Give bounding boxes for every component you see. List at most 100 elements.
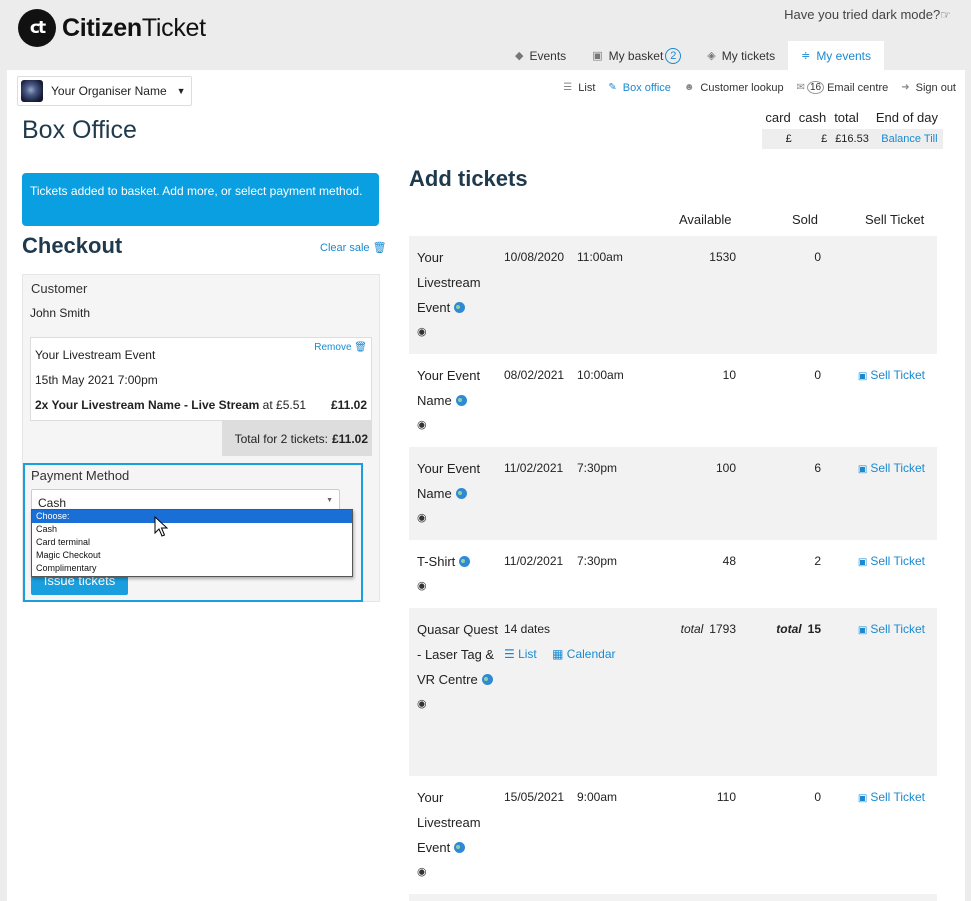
clear-sale-link[interactable]: Clear sale 🗑: [320, 241, 387, 254]
globe-icon: [481, 674, 493, 685]
brand-name-bold: Citizen: [62, 13, 142, 42]
caret-down-icon: ▼: [176, 86, 186, 96]
sell-ticket-button[interactable]: ▣ Sell Ticket: [858, 622, 925, 636]
dark-mode-text: Have you tried dark mode?: [784, 7, 941, 22]
hand-pointer-icon: ☞: [940, 8, 951, 22]
event-name[interactable]: Your Livestream Event ◉: [417, 245, 499, 345]
tab-events[interactable]: ◆ Events: [502, 41, 579, 70]
basket-item-qty-name: 2x Your Livestream Name - Live Stream: [35, 398, 260, 412]
organiser-select[interactable]: Your Organiser Name ▼: [17, 76, 192, 106]
event-date: 11/02/2021: [504, 554, 564, 568]
payment-option[interactable]: Cash: [32, 523, 352, 536]
header-available: Available: [679, 212, 732, 227]
list-dates-link[interactable]: ☰ List: [504, 647, 543, 661]
globe-icon: [454, 302, 466, 313]
basket-item-event: Your Livestream Event: [35, 348, 156, 362]
available-count: 48: [722, 554, 736, 568]
sell-ticket-button[interactable]: ▣ Sell Ticket: [858, 368, 925, 382]
sold-count: 0: [814, 368, 821, 382]
remove-item-link[interactable]: Remove 🗑: [314, 342, 367, 353]
basket-item: Remove 🗑 Your Livestream Event 15th May …: [30, 337, 372, 421]
sold-count: 2: [814, 554, 821, 568]
basket-item-date: 15th May 2021 7:00pm: [35, 373, 158, 387]
payment-option[interactable]: Choose:: [32, 510, 352, 523]
payment-option[interactable]: Card terminal: [32, 536, 352, 549]
tab-my-tickets[interactable]: ◈ My tickets: [694, 41, 788, 70]
event-name[interactable]: Quasar Quest - Laser Tag & VR Centre ◉: [417, 617, 499, 717]
basket-item-price: £11.02: [330, 398, 367, 412]
subnav-customer-lookup[interactable]: ☻ Customer lookup: [684, 81, 784, 94]
trash-icon: 🗑: [354, 342, 367, 353]
basket-item-line: 2x Your Livestream Name - Live Stream at…: [35, 398, 367, 412]
tickets-table: Available Sold Sell Ticket Your Livestre…: [409, 200, 937, 901]
till-total-value: £16.53: [831, 129, 873, 149]
visibility-icon: ◉: [417, 580, 427, 592]
customer-label: Customer: [31, 281, 88, 296]
till-cash-value: £: [795, 129, 832, 149]
visibility-icon: ◉: [417, 419, 427, 431]
top-tabs: ◆ Events ▣ My basket 2 ◈ My tickets ≑ My…: [502, 41, 884, 70]
visibility-icon: ◉: [417, 326, 427, 338]
tab-my-basket[interactable]: ▣ My basket 2: [579, 41, 694, 70]
sub-nav: ☰ List ✎ Box office ☻ Customer lookup ✉ …: [550, 81, 956, 94]
mouse-cursor-icon: [154, 516, 168, 537]
globe-icon: [455, 488, 467, 499]
till-header-total: total: [834, 110, 859, 125]
payment-method-label: Payment Method: [31, 468, 130, 483]
basket-count-badge: 2: [665, 47, 682, 64]
main-panel: Your Organiser Name ▼ ☰ List ✎ Box offic…: [7, 70, 965, 901]
camera-icon: ▣: [857, 557, 868, 568]
event-time: 7:30pm: [577, 461, 618, 475]
dark-mode-prompt[interactable]: Have you tried dark mode?☞: [784, 7, 951, 22]
tag-icon: ◆: [515, 50, 524, 62]
event-dates-count: 14 dates: [504, 622, 551, 636]
email-count-badge: 16: [806, 81, 825, 94]
sliders-icon: ≑: [801, 50, 811, 62]
sign-out-icon: ➜: [901, 82, 910, 93]
caret-down-icon: ▼: [326, 497, 333, 504]
subnav-sign-out[interactable]: ➜ Sign out: [901, 81, 956, 94]
logo-mark-icon: ct: [18, 9, 56, 47]
brand-logo[interactable]: ct CitizenTicket: [18, 9, 206, 47]
sell-ticket-button[interactable]: ▣ Sell Ticket: [858, 554, 925, 568]
payment-option[interactable]: Magic Checkout: [32, 549, 352, 562]
payment-option[interactable]: Complimentary: [32, 562, 352, 575]
sell-ticket-button[interactable]: ▣ Sell Ticket: [858, 461, 925, 475]
ticket-row: Your Livestream Event ◉ 15/05/2021 9:00am…: [409, 776, 937, 894]
subnav-list[interactable]: ☰ List: [563, 81, 595, 94]
camera-icon: ▣: [857, 625, 868, 636]
event-time: 7:30pm: [577, 554, 618, 568]
balance-till-link[interactable]: Balance Till: [872, 129, 943, 149]
basket-notice: Tickets added to basket. Add more, or se…: [22, 173, 379, 226]
event-name[interactable]: Your Event Name ◉: [417, 456, 499, 531]
organiser-name: Your Organiser Name: [51, 84, 167, 98]
basket-total: Total for 2 tickets: £11.02: [222, 421, 372, 456]
sold-count: total 15: [776, 622, 821, 636]
till-summary: card cash total End of day £ £ £16.53 Ba…: [762, 110, 943, 149]
organiser-avatar: [21, 80, 43, 102]
sell-ticket-button[interactable]: ▣ Sell Ticket: [858, 790, 925, 804]
page-title: Box Office: [22, 116, 137, 144]
brand-name-rest: Ticket: [141, 13, 206, 42]
available-count: 10: [722, 368, 736, 382]
ticket-row: Your Event Name ◉ 08/02/2021 10:00am 10 0…: [409, 354, 937, 447]
customer-name: John Smith: [30, 306, 91, 320]
till-header-end-of-day: End of day: [875, 110, 938, 125]
tab-my-events[interactable]: ≑ My events: [788, 41, 884, 70]
event-name[interactable]: T-Shirt ◉: [417, 549, 499, 599]
sold-count: 6: [814, 461, 821, 475]
event-time: 10:00am: [577, 368, 624, 382]
available-count: 110: [716, 790, 736, 804]
payment-method-dropdown[interactable]: Choose: Cash Card terminal Magic Checkou…: [31, 509, 353, 577]
sold-count: 0: [814, 250, 821, 264]
available-count: 1530: [709, 250, 736, 264]
subnav-box-office[interactable]: ✎ Box office: [608, 81, 671, 94]
event-name[interactable]: Your Event Name ◉: [417, 363, 499, 438]
trash-icon: 🗑: [372, 242, 387, 254]
calendar-link[interactable]: ▦ Calendar: [552, 647, 621, 661]
subnav-email-centre[interactable]: ✉ 16 Email centre: [797, 81, 888, 94]
available-count: total 1793: [680, 622, 736, 636]
event-name[interactable]: Your Livestream Event ◉: [417, 785, 499, 885]
dates-links: ☰ List ▦ Calendar: [504, 647, 628, 661]
till-card-value: £: [762, 129, 796, 149]
